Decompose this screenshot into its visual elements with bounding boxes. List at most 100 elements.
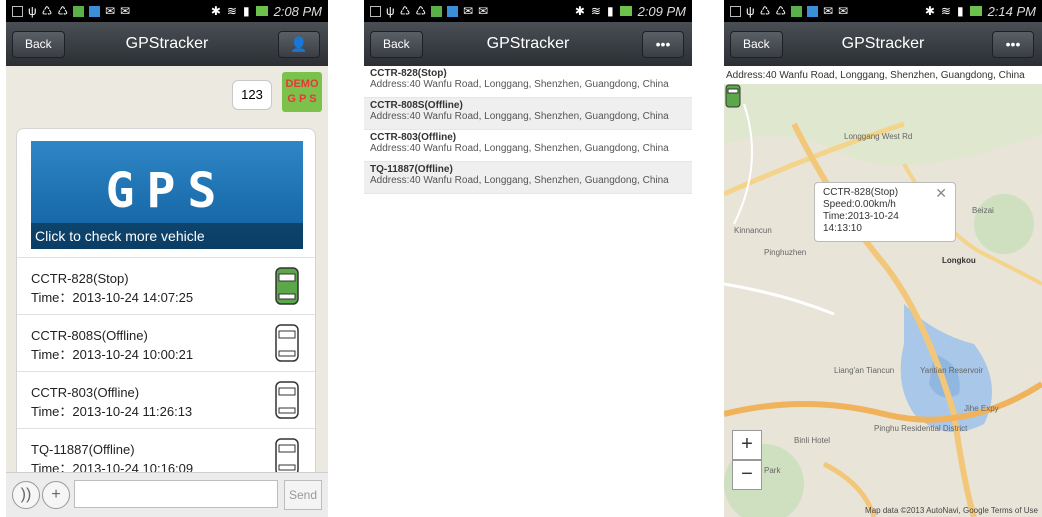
- message-bubble[interactable]: 123: [232, 80, 272, 110]
- map-label: Yantian Reservoir: [920, 366, 983, 375]
- map-label: Pinghuzhen: [764, 248, 807, 257]
- usb-icon: ψ: [386, 4, 395, 18]
- app-icon: [791, 5, 803, 17]
- mail-icon: ✉: [463, 4, 474, 18]
- title-bar: Back GPStracker •••: [724, 22, 1042, 66]
- vehicle-name: CCTR-828(Stop): [370, 68, 447, 79]
- vehicle-list: CCTR-828(Stop) Time：2013-10-24 14:07:25 …: [17, 257, 315, 473]
- recycle-icon: ♺: [57, 4, 69, 18]
- mail-icon: ✉: [478, 4, 489, 18]
- voice-button[interactable]: )): [12, 481, 40, 509]
- vehicle-row[interactable]: CCTR-803(Offline) Time：2013-10-24 11:26:…: [17, 371, 315, 428]
- avatar-line: G P S: [287, 93, 317, 105]
- car-icon: [275, 381, 299, 419]
- clock: 2:08 PM: [273, 3, 322, 19]
- signal-icon: ▮: [956, 4, 964, 18]
- banner-caption: Click to check more vehicle: [31, 223, 303, 249]
- bluetooth-icon: ✱: [924, 4, 935, 18]
- car-icon: [275, 324, 299, 362]
- map-label: Jihe Expy: [964, 404, 999, 413]
- sound-icon: )): [20, 486, 32, 503]
- vehicle-name: TQ-11887(Offline): [31, 442, 135, 457]
- wifi-icon: ≋: [226, 4, 237, 18]
- list-item[interactable]: CCTR-808S(Offline) Address:40 Wanfu Road…: [364, 98, 692, 130]
- notification-icons: ψ ♺ ♺ ✉ ✉: [12, 4, 211, 18]
- app-icon: [89, 5, 101, 17]
- phone-screen-vehicle-list: ψ ♺ ♺ ✉ ✉ ✱ ≋ ▮ 2:08 PM Back GPStracker …: [6, 0, 328, 517]
- vehicle-row[interactable]: CCTR-828(Stop) Time：2013-10-24 14:07:25: [17, 257, 315, 314]
- vehicle-name: CCTR-828(Stop): [31, 271, 129, 286]
- title-bar: Back GPStracker •••: [364, 22, 692, 66]
- vehicle-time: Time：2013-10-24 10:16:09: [31, 461, 194, 473]
- person-icon: 👤: [290, 36, 308, 52]
- signal-icon: ▮: [606, 4, 614, 18]
- page-title: GPStracker: [125, 35, 209, 52]
- clock: 2:14 PM: [987, 3, 1036, 19]
- current-address: Address:40 Wanfu Road, Longgang, Shenzhe…: [726, 70, 1025, 81]
- battery-icon: [969, 6, 982, 16]
- recycle-icon: ♺: [415, 4, 427, 18]
- signal-icon: ▮: [242, 4, 250, 18]
- page-title: GPStracker: [841, 35, 925, 52]
- clock: 2:09 PM: [637, 3, 686, 19]
- vehicle-row[interactable]: CCTR-808S(Offline) Time：2013-10-24 10:00…: [17, 314, 315, 371]
- list-item[interactable]: TQ-11887(Offline) Address:40 Wanfu Road,…: [364, 162, 692, 194]
- send-button[interactable]: Send: [284, 480, 322, 510]
- vehicle-address: Address:40 Wanfu Road, Longgang, Shenzhe…: [370, 175, 669, 186]
- map-label: Binli Hotel: [794, 436, 831, 445]
- notification-icon: [370, 5, 381, 17]
- recycle-icon: ♺: [41, 4, 53, 18]
- map-attribution[interactable]: Map data ©2013 AutoNavi, Google Terms of…: [865, 506, 1038, 515]
- phone-screen-map: ψ ♺ ♺ ✉ ✉ ✱ ≋ ▮ 2:14 PM Back GPStracker …: [724, 0, 1042, 517]
- title-bar: Back GPStracker 👤: [6, 22, 328, 66]
- more-menu-button[interactable]: •••: [992, 31, 1034, 58]
- vehicle-address: Address:40 Wanfu Road, Longgang, Shenzhe…: [370, 111, 669, 122]
- recycle-icon: ♺: [399, 4, 411, 18]
- message-input[interactable]: [74, 480, 278, 508]
- vehicle-name: CCTR-808S(Offline): [370, 100, 463, 111]
- recycle-icon: ♺: [759, 4, 771, 18]
- back-button[interactable]: Back: [12, 31, 65, 58]
- list-item[interactable]: CCTR-828(Stop) Address:40 Wanfu Road, Lo…: [364, 66, 692, 98]
- profile-button[interactable]: 👤: [278, 31, 320, 58]
- vehicle-name: CCTR-808S(Offline): [31, 328, 148, 343]
- usb-icon: ψ: [746, 4, 755, 18]
- more-menu-button[interactable]: •••: [642, 31, 684, 58]
- zoom-in-button[interactable]: +: [732, 430, 762, 460]
- vehicle-address: Address:40 Wanfu Road, Longgang, Shenzhe…: [370, 79, 669, 90]
- popup-vehicle-name: CCTR-828(Stop): [823, 187, 899, 198]
- vehicle-card: GPS Click to check more vehicle CCTR-828…: [16, 128, 316, 473]
- map-label: Kinnancun: [734, 226, 772, 235]
- back-button[interactable]: Back: [730, 31, 783, 58]
- notification-icons: ψ ♺ ♺ ✉ ✉: [370, 4, 575, 18]
- map-tiles: [724, 84, 1042, 517]
- vehicle-time: Time：2013-10-24 14:07:25: [31, 290, 194, 305]
- vehicle-row[interactable]: TQ-11887(Offline) Time：2013-10-24 10:16:…: [17, 428, 315, 473]
- status-bar: ψ ♺ ♺ ✉ ✉ ✱ ≋ ▮ 2:14 PM: [724, 0, 1042, 22]
- back-button[interactable]: Back: [370, 31, 423, 58]
- add-button[interactable]: +: [42, 481, 70, 509]
- zoom-out-button[interactable]: −: [732, 460, 762, 490]
- map-view[interactable]: Longgang West Rd Kinnancun Pinghuzhen Lo…: [724, 84, 1042, 517]
- message-input-bar: )) + Send: [6, 472, 328, 517]
- recycle-icon: ♺: [775, 4, 787, 18]
- vehicle-info-popup[interactable]: ✕ CCTR-828(Stop) Speed:0.00km/h Time:201…: [814, 182, 956, 242]
- close-icon[interactable]: ✕: [935, 186, 947, 200]
- vehicle-name: TQ-11887(Offline): [370, 164, 453, 175]
- mail-icon: ✉: [105, 4, 116, 18]
- bluetooth-icon: ✱: [574, 4, 585, 18]
- usb-icon: ψ: [28, 4, 37, 18]
- wifi-icon: ≋: [940, 4, 951, 18]
- vehicle-address: Address:40 Wanfu Road, Longgang, Shenzhe…: [370, 143, 669, 154]
- status-bar: ψ ♺ ♺ ✉ ✉ ✱ ≋ ▮ 2:09 PM: [364, 0, 692, 22]
- map-label: Liang'an Tiancun: [834, 366, 895, 375]
- app-icon: [807, 5, 819, 17]
- list-item[interactable]: CCTR-803(Offline) Address:40 Wanfu Road,…: [364, 130, 692, 162]
- map-label: Longgang West Rd: [844, 132, 913, 141]
- notification-icons: ψ ♺ ♺ ✉ ✉: [730, 4, 925, 18]
- avatar[interactable]: DEMO G P S: [282, 72, 322, 112]
- gps-banner[interactable]: GPS Click to check more vehicle: [31, 141, 303, 249]
- app-icon: [73, 5, 85, 17]
- car-icon: [275, 438, 299, 472]
- car-marker-icon[interactable]: [724, 84, 742, 108]
